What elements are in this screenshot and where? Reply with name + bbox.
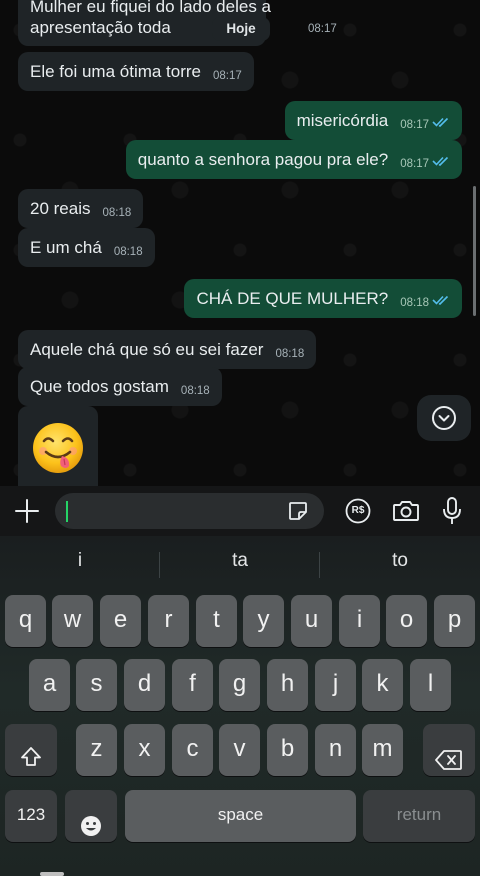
currency-label: R$ [351,505,365,516]
suggestion-item[interactable]: ta [160,550,320,572]
emoji-icon [80,805,102,855]
key-h[interactable]: h [267,659,308,711]
key-t[interactable]: t [196,595,237,647]
key-j[interactable]: j [315,659,356,711]
return-key[interactable]: return [363,790,475,842]
message-time: 08:17 [400,118,429,131]
message-text: quanto a senhora pagou pra ele? [137,149,389,169]
emoji-key[interactable] [65,790,117,842]
message-text: 20 reais [30,198,91,218]
read-ticks-icon [432,112,450,134]
key-z[interactable]: z [76,724,117,776]
key-r[interactable]: r [148,595,189,647]
message-time: 08:18 [275,347,305,360]
key-l[interactable]: l [410,659,451,711]
chat-scrollbar[interactable] [473,186,476,316]
message-incoming[interactable]: 20 reais 08:18 [18,189,144,228]
microphone-icon[interactable] [441,496,463,526]
key-s[interactable]: s [76,659,117,711]
key-b[interactable]: b [267,724,308,776]
key-u[interactable]: u [291,595,332,647]
scroll-to-bottom-button[interactable] [417,395,471,441]
key-o[interactable]: o [386,595,427,647]
numbers-key[interactable]: 123 [5,790,57,842]
key-g[interactable]: g [219,659,260,711]
suggestion-item[interactable]: i [0,550,160,572]
key-e[interactable]: e [100,595,141,647]
key-c[interactable]: c [172,724,213,776]
home-indicator [40,872,64,876]
shift-icon [19,737,43,787]
key-p[interactable]: p [434,595,475,647]
text-caret [66,501,68,522]
space-key[interactable]: space [125,790,356,842]
key-q[interactable]: q [5,595,46,647]
message-time: 08:18 [400,296,429,309]
message-text: Ele foi uma ótima torre [30,61,202,81]
camera-icon[interactable] [392,499,420,523]
key-d[interactable]: d [124,659,165,711]
key-x[interactable]: x [124,724,165,776]
message-text: CHÁ DE QUE MULHER? [196,288,389,308]
key-n[interactable]: n [315,724,356,776]
message-text: misericórdia [296,110,389,130]
keyboard: i ta to q w e r t y u i o p a s d f g h … [0,536,480,876]
message-time: 08:18 [180,384,210,397]
message-text: Aquele chá que só eu sei fazer [30,339,264,359]
message-incoming[interactable]: Ele foi uma ótima torre 08:17 [18,52,254,91]
key-a[interactable]: a [29,659,70,711]
read-ticks-icon [432,290,450,312]
date-chip: Hoje [212,17,270,41]
message-time: 08:17 [308,23,337,35]
suggestion-item[interactable]: to [320,550,480,572]
key-y[interactable]: y [243,595,284,647]
key-f[interactable]: f [172,659,213,711]
message-incoming[interactable]: Aquele chá que só eu sei fazer 08:18 [18,330,317,369]
chevron-down-circle-icon [432,406,456,430]
key-k[interactable]: k [362,659,403,711]
delete-key[interactable] [423,724,475,776]
delete-icon [435,739,463,789]
suggestion-bar: i ta to [0,536,480,586]
sticker-icon[interactable] [288,501,308,521]
plus-icon[interactable] [14,498,40,524]
key-m[interactable]: m [362,724,403,776]
message-time: 08:18 [113,245,143,258]
message-incoming-emoji[interactable] [18,406,98,486]
key-v[interactable]: v [219,724,260,776]
shift-key[interactable] [5,724,57,776]
payment-button[interactable]: R$ [345,498,371,524]
face-savoring-food-icon [32,422,84,480]
chat-area[interactable]: Mulher eu fiquei do lado deles a apresen… [0,0,480,486]
read-ticks-icon [432,151,450,173]
message-input[interactable] [55,493,324,529]
message-text: Mulher eu fiquei do lado deles a [30,0,271,16]
message-incoming[interactable]: Que todos gostam 08:18 [18,367,222,406]
message-time: 08:17 [213,69,242,82]
message-incoming[interactable]: E um chá 08:18 [18,228,155,267]
message-time: 08:18 [102,206,132,219]
message-outgoing[interactable]: CHÁ DE QUE MULHER? 08:18 [184,279,462,318]
message-outgoing[interactable]: quanto a senhora pagou pra ele? 08:17 [125,140,462,179]
message-text: E um chá [30,237,102,257]
message-outgoing[interactable]: misericórdia 08:17 [284,101,462,140]
message-time: 08:17 [400,157,429,170]
key-i[interactable]: i [339,595,380,647]
key-w[interactable]: w [52,595,93,647]
message-text: Que todos gostam [30,376,169,396]
message-input-bar: R$ [0,486,480,536]
